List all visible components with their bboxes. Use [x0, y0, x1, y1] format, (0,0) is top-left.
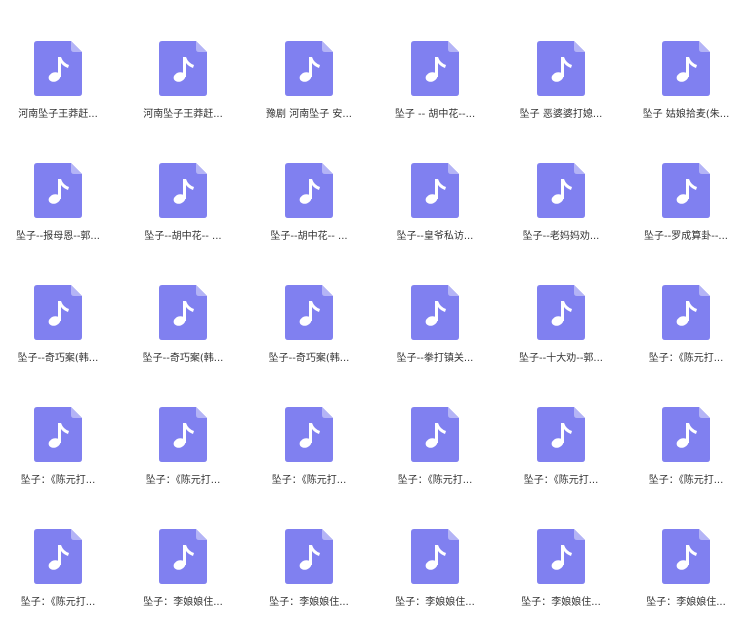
music-note-file-icon [662, 407, 710, 462]
file-label: 坠子--奇巧案(韩... [268, 353, 350, 364]
music-note-file-icon [34, 407, 82, 462]
file-item[interactable]: 坠子--奇巧案(韩... [128, 276, 238, 386]
file-item[interactable]: 坠子--老妈妈劝... [506, 154, 616, 264]
file-item[interactable]: 坠子：李娘娘住... [506, 520, 616, 630]
music-note-file-icon [34, 41, 82, 96]
file-label: 坠子：《陈元打... [397, 475, 473, 486]
music-note-file-icon [34, 529, 82, 584]
file-item[interactable]: 坠子 恶婆婆打媳... [506, 32, 616, 142]
music-note-file-icon [537, 285, 585, 340]
file-item[interactable]: 河南坠子王莽赶... [3, 32, 113, 142]
music-note-file-icon [285, 41, 333, 96]
music-note-file-icon [411, 163, 459, 218]
file-label: 坠子--拳打镇关... [396, 353, 474, 364]
file-label: 坠子 姑娘拾麦(朱... [642, 109, 730, 120]
music-note-file-icon [285, 285, 333, 340]
file-label: 河南坠子王莽赶... [143, 109, 223, 120]
file-label: 坠子：《陈元打... [271, 475, 347, 486]
file-item[interactable]: 坠子：《陈元打... [3, 520, 113, 630]
music-note-file-icon [411, 41, 459, 96]
music-note-file-icon [537, 163, 585, 218]
file-label: 坠子：李娘娘住... [521, 597, 601, 608]
music-note-file-icon [537, 529, 585, 584]
file-label: 豫剧 河南坠子 安... [266, 109, 352, 120]
music-note-file-icon [159, 41, 207, 96]
file-item[interactable]: 坠子：李娘娘住... [380, 520, 490, 630]
file-label: 坠子：李娘娘住... [269, 597, 349, 608]
file-item[interactable]: 坠子--奇巧案(韩... [3, 276, 113, 386]
music-note-file-icon [411, 407, 459, 462]
music-note-file-icon [159, 285, 207, 340]
music-note-file-icon [285, 407, 333, 462]
file-label: 坠子 恶婆婆打媳... [519, 109, 603, 120]
music-note-file-icon [537, 407, 585, 462]
file-label: 坠子--奇巧案(韩... [17, 353, 99, 364]
music-note-file-icon [662, 41, 710, 96]
music-note-file-icon [159, 529, 207, 584]
music-note-file-icon [285, 529, 333, 584]
file-label: 坠子：《陈元打... [523, 475, 599, 486]
file-label: 坠子：李娘娘住... [143, 597, 223, 608]
file-item[interactable]: 坠子：李娘娘住... [254, 520, 364, 630]
music-note-file-icon [662, 163, 710, 218]
file-label: 坠子--胡中花-- ... [144, 231, 222, 242]
file-label: 坠子：李娘娘住... [646, 597, 726, 608]
music-note-file-icon [537, 41, 585, 96]
file-label: 坠子--十大劝--郭... [519, 353, 603, 364]
file-label: 坠子：李娘娘住... [395, 597, 475, 608]
file-item[interactable]: 坠子--皇爷私访... [380, 154, 490, 264]
file-item[interactable]: 坠子：李娘娘住... [128, 520, 238, 630]
file-item[interactable]: 坠子：《陈元打... [631, 398, 741, 508]
music-note-file-icon [34, 163, 82, 218]
file-label: 坠子：《陈元打... [648, 353, 724, 364]
file-item[interactable]: 坠子--十大劝--郭... [506, 276, 616, 386]
file-item[interactable]: 坠子--奇巧案(韩... [254, 276, 364, 386]
file-item[interactable]: 坠子：《陈元打... [128, 398, 238, 508]
music-note-file-icon [411, 285, 459, 340]
file-label: 坠子--胡中花-- ... [270, 231, 348, 242]
file-item[interactable]: 坠子--罗成算卦--... [631, 154, 741, 264]
file-item[interactable]: 坠子 -- 胡中花--... [380, 32, 490, 142]
file-label: 坠子--罗成算卦--... [644, 231, 728, 242]
file-label: 坠子：《陈元打... [145, 475, 221, 486]
file-item[interactable]: 坠子 姑娘拾麦(朱... [631, 32, 741, 142]
file-label: 坠子 -- 胡中花--... [394, 109, 476, 120]
file-item[interactable]: 坠子--报母恩--郭... [3, 154, 113, 264]
file-item[interactable]: 坠子：《陈元打... [3, 398, 113, 508]
file-item[interactable]: 坠子--胡中花-- ... [128, 154, 238, 264]
file-label: 坠子：《陈元打... [20, 475, 96, 486]
music-note-file-icon [159, 407, 207, 462]
music-note-file-icon [285, 163, 333, 218]
file-label: 坠子：《陈元打... [648, 475, 724, 486]
file-item[interactable]: 坠子：李娘娘住... [631, 520, 741, 630]
file-label: 坠子：《陈元打... [20, 597, 96, 608]
file-item[interactable]: 豫剧 河南坠子 安... [254, 32, 364, 142]
file-item[interactable]: 坠子：《陈元打... [631, 276, 741, 386]
file-item[interactable]: 坠子--胡中花-- ... [254, 154, 364, 264]
file-grid: 河南坠子王莽赶... 河南坠子王莽赶... 豫剧 河南坠子 安... 坠子 -- 胡中… [0, 0, 750, 622]
file-item[interactable]: 坠子：《陈元打... [254, 398, 364, 508]
file-item[interactable]: 河南坠子王莽赶... [128, 32, 238, 142]
music-note-file-icon [411, 529, 459, 584]
file-label: 河南坠子王莽赶... [18, 109, 98, 120]
file-label: 坠子--老妈妈劝... [522, 231, 600, 242]
file-item[interactable]: 坠子：《陈元打... [506, 398, 616, 508]
file-label: 坠子--皇爷私访... [396, 231, 474, 242]
music-note-file-icon [159, 163, 207, 218]
music-note-file-icon [34, 285, 82, 340]
file-label: 坠子--奇巧案(韩... [142, 353, 224, 364]
file-item[interactable]: 坠子：《陈元打... [380, 398, 490, 508]
music-note-file-icon [662, 529, 710, 584]
file-item[interactable]: 坠子--拳打镇关... [380, 276, 490, 386]
music-note-file-icon [662, 285, 710, 340]
file-label: 坠子--报母恩--郭... [16, 231, 100, 242]
